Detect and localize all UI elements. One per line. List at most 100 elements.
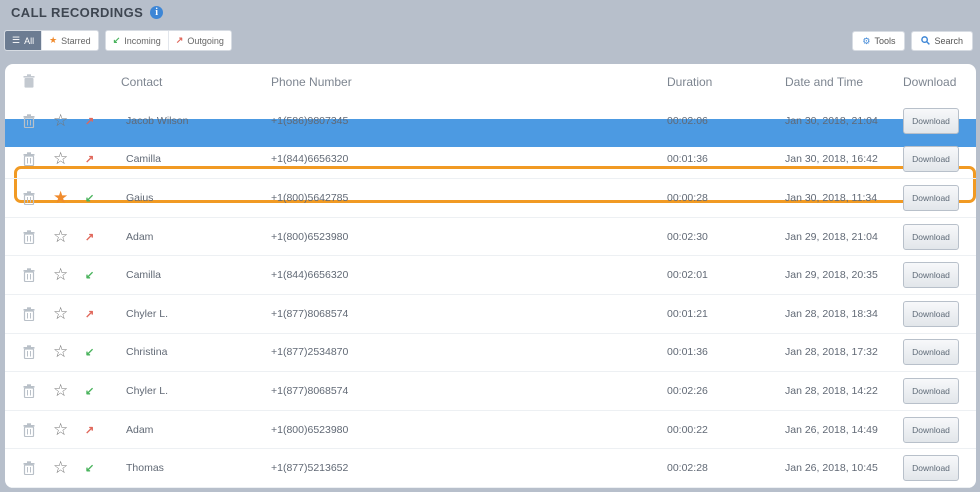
download-button[interactable]: Download <box>903 146 959 173</box>
call-datetime: Jan 30, 2018, 21:04 <box>785 115 878 128</box>
star-icon[interactable]: ☆ <box>53 227 68 247</box>
contact-name: Camilla <box>126 269 162 282</box>
incoming-arrow-icon: ↙ <box>85 269 95 282</box>
download-button[interactable]: Download <box>903 455 959 482</box>
contact-name: Chyler L. <box>126 307 169 320</box>
outgoing-arrow-icon: ↗ <box>85 231 95 244</box>
star-icon[interactable]: ☆ <box>53 304 68 324</box>
filter-outgoing-button[interactable]: ↗ Outgoing <box>168 31 231 50</box>
star-icon[interactable]: ☆ <box>53 342 68 362</box>
call-datetime: Jan 30, 2018, 11:34 <box>785 191 878 204</box>
delete-icon[interactable] <box>23 461 35 476</box>
delete-icon[interactable] <box>23 422 35 437</box>
search-label: Search <box>934 36 963 46</box>
download-button[interactable]: Download <box>903 339 959 366</box>
table-row[interactable]: ☆ ↙ Chyler L. +1(877)8068574 00:02:26 Jan 28,… <box>5 372 976 411</box>
call-datetime: Jan 29, 2018, 20:35 <box>785 269 878 282</box>
direction-filter-group: ↙ Incoming ↗ Outgoing <box>104 30 232 51</box>
table-row[interactable]: ☆ ↙ Thomas +1(877)5213652 00:02:28 Jan 26, 20… <box>5 449 976 488</box>
filter-all-button[interactable]: ☰ All <box>5 31 43 50</box>
call-duration: 00:01:36 <box>667 153 708 166</box>
star-icon[interactable]: ★ <box>53 188 68 208</box>
phone-number: +1(800)6523980 <box>271 423 349 436</box>
filter-outgoing-label: Outgoing <box>187 35 224 46</box>
phone-number: +1(877)5213652 <box>271 462 349 475</box>
download-button[interactable]: Download <box>903 262 959 289</box>
contact-name: Adam <box>126 423 154 436</box>
table-row[interactable]: ★ ↙ Gaius +1(800)5642785 00:00:28 Jan 30, 201… <box>5 179 976 218</box>
call-duration: 00:00:28 <box>667 191 708 204</box>
search-icon <box>921 35 931 47</box>
call-duration: 00:00:22 <box>667 423 708 436</box>
table-row[interactable]: ☆ ↙ Camilla +1(844)6656320 00:02:01 Jan 29, 2… <box>5 256 976 295</box>
phone-number: +1(877)2534870 <box>271 346 349 359</box>
download-button[interactable]: Download <box>903 377 959 404</box>
tools-button[interactable]: ⚙ Tools <box>852 31 906 51</box>
call-duration: 00:02:26 <box>667 384 708 397</box>
delete-icon[interactable] <box>23 152 35 167</box>
call-duration: 00:01:36 <box>667 346 708 359</box>
delete-icon[interactable] <box>23 191 35 206</box>
phone-number: +1(844)6656320 <box>271 269 349 282</box>
contact-name: Jacob Wilson <box>126 115 189 128</box>
call-datetime: Jan 28, 2018, 14:22 <box>785 384 878 397</box>
recordings-table: Contact Phone Number Duration Date and T… <box>5 64 976 488</box>
incoming-arrow-icon: ↙ <box>85 192 95 205</box>
incoming-arrow-icon: ↙ <box>85 346 95 359</box>
download-button[interactable]: Download <box>903 108 959 135</box>
search-button[interactable]: Search <box>911 31 973 51</box>
call-datetime: Jan 30, 2018, 16:42 <box>785 153 878 166</box>
call-datetime: Jan 26, 2018, 10:45 <box>785 462 878 475</box>
call-duration: 00:01:21 <box>667 307 708 320</box>
star-icon: ★ <box>49 35 58 45</box>
incoming-arrow-icon: ↙ <box>85 385 95 398</box>
delete-icon[interactable] <box>23 114 35 129</box>
delete-icon[interactable] <box>23 229 35 244</box>
filter-incoming-button[interactable]: ↙ Incoming <box>105 31 169 50</box>
contact-name: Chyler L. <box>126 384 169 397</box>
filter-starred-button[interactable]: ★ Starred <box>42 31 98 50</box>
info-icon[interactable]: i <box>150 5 164 19</box>
column-duration[interactable]: Duration <box>667 75 712 89</box>
download-button[interactable]: Download <box>903 416 959 443</box>
header-trash-icon[interactable] <box>23 74 35 91</box>
column-download: Download <box>903 75 957 89</box>
contact-name: Gaius <box>126 191 154 204</box>
call-datetime: Jan 29, 2018, 21:04 <box>785 230 878 243</box>
column-datetime[interactable]: Date and Time <box>785 75 863 89</box>
contact-name: Thomas <box>126 462 164 475</box>
outgoing-arrow-icon: ↗ <box>85 115 95 128</box>
column-contact[interactable]: Contact <box>121 75 162 89</box>
table-row[interactable]: ☆ ↗ Adam +1(800)6523980 00:02:30 Jan 29, 2018… <box>5 218 976 257</box>
star-icon[interactable]: ☆ <box>53 458 68 478</box>
table-row[interactable]: ☆ ↗ Jacob Wilson +1(586)9807345 00:02:06 Jan … <box>5 102 976 141</box>
incoming-arrow-icon: ↙ <box>85 462 95 475</box>
star-icon[interactable]: ☆ <box>53 420 68 440</box>
delete-icon[interactable] <box>23 307 35 321</box>
table-row[interactable]: ☆ ↗ Chyler L. +1(877)8068574 00:01:21 Jan 28,… <box>5 295 976 334</box>
page-title: CALL RECORDINGS <box>11 4 144 20</box>
table-row[interactable]: ☆ ↗ Adam +1(800)6523980 00:00:22 Jan 26, 2018… <box>5 411 976 450</box>
download-button[interactable]: Download <box>903 300 959 327</box>
table-row[interactable]: ☆ ↗ Camilla +1(844)6656320 00:01:36 Jan 30, 2… <box>5 141 976 180</box>
star-icon[interactable]: ☆ <box>53 381 68 401</box>
phone-number: +1(800)6523980 <box>271 230 349 243</box>
call-duration: 00:02:30 <box>667 230 708 243</box>
star-icon[interactable]: ☆ <box>53 149 68 169</box>
delete-icon[interactable] <box>23 345 35 360</box>
delete-icon[interactable] <box>23 384 35 399</box>
download-button[interactable]: Download <box>903 223 959 250</box>
star-icon[interactable]: ☆ <box>53 111 68 131</box>
download-button[interactable]: Download <box>903 184 959 211</box>
delete-icon[interactable] <box>23 268 35 283</box>
filter-all-label: All <box>24 35 35 46</box>
filter-bar: ☰ All ★ Starred ↙ Incoming ↗ Outgoing <box>4 30 238 51</box>
call-datetime: Jan 28, 2018, 17:32 <box>785 346 878 359</box>
table-row[interactable]: ☆ ↙ Christina +1(877)2534870 00:01:36 Jan 28,… <box>5 334 976 373</box>
outgoing-arrow-icon: ↗ <box>85 153 95 166</box>
star-icon[interactable]: ☆ <box>53 265 68 285</box>
contact-name: Adam <box>126 230 154 243</box>
column-phone[interactable]: Phone Number <box>271 75 352 89</box>
contact-name: Christina <box>126 346 168 359</box>
call-datetime: Jan 28, 2018, 18:34 <box>785 307 878 320</box>
